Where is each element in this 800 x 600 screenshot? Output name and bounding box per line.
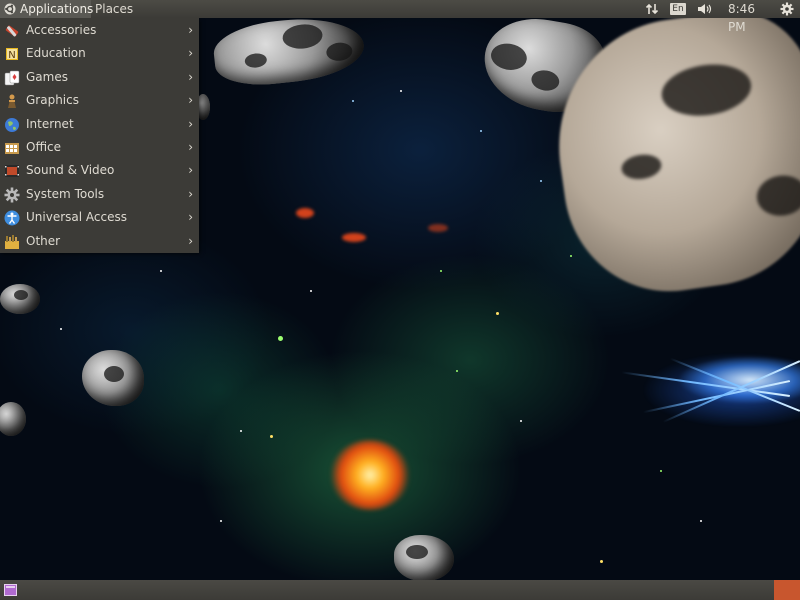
clock[interactable]: 8:46 PM <box>728 0 772 34</box>
network-updown-icon[interactable] <box>644 0 660 18</box>
asteroid <box>211 12 367 90</box>
other-icon <box>5 234 19 249</box>
menu-item-graphics[interactable]: Graphics › <box>0 89 199 112</box>
keyboard-layout-indicator[interactable]: En <box>670 3 686 15</box>
star <box>352 100 354 102</box>
games-icon <box>4 70 20 86</box>
asteroid <box>0 402 26 436</box>
menu-item-label: Accessories <box>26 23 97 37</box>
star <box>400 90 402 92</box>
star <box>520 420 522 422</box>
menu-item-other[interactable]: Other › <box>0 230 199 253</box>
applications-label: Applications <box>20 2 94 16</box>
universal-access-icon <box>4 210 20 226</box>
menu-item-accessories[interactable]: Accessories › <box>0 19 199 42</box>
star <box>160 270 162 272</box>
menu-item-system-tools[interactable]: System Tools › <box>0 183 199 206</box>
chevron-right-icon: › <box>188 69 193 84</box>
sound-video-icon <box>5 165 19 178</box>
chevron-right-icon: › <box>188 139 193 154</box>
star <box>496 312 499 315</box>
star <box>660 470 662 472</box>
menu-item-games[interactable]: Games › <box>0 66 199 89</box>
asteroid <box>394 535 454 581</box>
menu-item-label: Other <box>26 233 61 248</box>
menu-item-education[interactable]: N Education › <box>0 42 199 65</box>
star <box>456 370 458 372</box>
volume-icon[interactable] <box>696 0 714 18</box>
chevron-right-icon: › <box>188 233 193 248</box>
bottom-panel <box>0 580 800 600</box>
energy-burst <box>600 320 800 460</box>
chevron-right-icon: › <box>188 46 193 61</box>
star <box>570 255 572 257</box>
chevron-right-icon: › <box>188 23 193 37</box>
star <box>600 560 603 563</box>
gear-icon[interactable] <box>779 0 795 18</box>
trash-applet-icon[interactable] <box>774 580 800 600</box>
menu-item-label: Universal Access <box>26 210 127 225</box>
show-desktop-icon[interactable] <box>4 584 17 596</box>
star <box>440 270 442 272</box>
ubuntu-logo-icon <box>4 3 16 15</box>
red-nebula-spot <box>342 233 366 242</box>
asteroid <box>82 350 144 406</box>
chevron-right-icon: › <box>188 210 193 225</box>
chevron-right-icon: › <box>188 116 193 131</box>
menu-item-internet[interactable]: Internet › <box>0 113 199 136</box>
education-icon: N <box>6 48 18 61</box>
star <box>270 435 273 438</box>
red-nebula-spot <box>428 224 448 232</box>
applications-menu: Accessories › N Education › Games › Grap… <box>0 18 199 253</box>
orange-nebula <box>330 440 410 510</box>
chevron-right-icon: › <box>188 186 193 201</box>
menu-item-label: Sound & Video <box>26 163 115 178</box>
menu-item-label: Office <box>26 139 62 154</box>
chevron-right-icon: › <box>188 163 193 178</box>
star <box>540 180 542 182</box>
graphics-icon <box>8 94 16 109</box>
menu-item-sound-video[interactable]: Sound & Video › <box>0 159 199 182</box>
accessories-icon <box>5 25 19 37</box>
top-panel: Applications Places En 8:46 PM <box>0 0 800 34</box>
menu-item-office[interactable]: Office › <box>0 136 199 159</box>
asteroid <box>0 284 40 314</box>
star <box>310 290 312 292</box>
menu-item-label: System Tools <box>26 186 105 201</box>
star <box>240 430 242 432</box>
applications-menu-button[interactable]: Applications <box>0 0 94 18</box>
office-icon <box>5 142 19 154</box>
star <box>60 328 62 330</box>
menu-item-label: Graphics <box>26 93 79 108</box>
chevron-right-icon: › <box>188 93 193 108</box>
star <box>278 336 283 341</box>
star <box>700 520 702 522</box>
svg-text:N: N <box>8 50 15 61</box>
red-nebula-spot <box>296 208 314 218</box>
internet-icon <box>5 117 19 132</box>
system-tools-icon <box>4 187 20 203</box>
star <box>480 130 482 132</box>
menu-item-universal-access[interactable]: Universal Access › <box>0 206 199 229</box>
menu-item-label: Internet <box>26 116 74 131</box>
star <box>220 520 222 522</box>
menu-item-label: Education <box>26 46 86 61</box>
menu-item-label: Games <box>26 69 68 84</box>
places-menu-button[interactable]: Places <box>95 0 133 18</box>
